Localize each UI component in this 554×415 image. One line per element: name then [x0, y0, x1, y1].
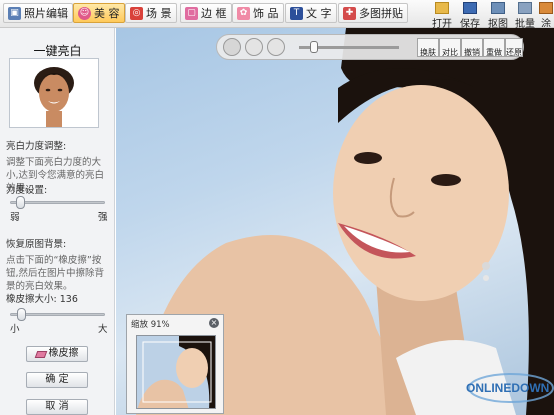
navigator-preview[interactable] [136, 335, 216, 409]
tab-label: 饰 品 [253, 7, 279, 20]
cutout-button[interactable]: 抠图 [484, 1, 512, 30]
watermark-logo: ONLINEDOWN [456, 358, 554, 413]
navigator-image [137, 336, 215, 408]
photo-canvas[interactable]: 换肤 对比 撤销 重做 还原 缩放 91% × ONLINEDOWN [116, 28, 554, 415]
batch-button[interactable]: 批量 [511, 1, 539, 30]
section2-description: 点击下面的“橡皮擦”按钮,然后在图片中擦除背景的亮白效果。 [6, 255, 105, 292]
doodle-button[interactable]: 涂鸦 [538, 1, 554, 27]
actual-size-button[interactable] [267, 38, 285, 56]
reset-button[interactable]: 还原 [505, 38, 523, 57]
fit-screen-button[interactable] [245, 38, 263, 56]
save-icon [463, 2, 477, 14]
accessory-icon: ✿ [237, 6, 250, 20]
zoom-slider-handle[interactable] [310, 41, 318, 53]
photo-edit-icon: ▣ [8, 6, 21, 20]
rotate-button[interactable] [223, 38, 241, 56]
section2-title: 恢复原图背景: [6, 239, 67, 250]
batch-icon [518, 2, 532, 14]
watermark-graphic: ONLINEDOWN [466, 373, 554, 403]
tab-photo-edit[interactable]: ▣ 照片编辑 [3, 3, 73, 23]
compare-button-label: 对比 [442, 48, 458, 57]
undo-button[interactable]: 撤销 [461, 38, 483, 57]
strength-slider-handle[interactable] [15, 196, 25, 209]
preview-thumbnail [9, 58, 99, 128]
open-button[interactable]: 打开 [428, 1, 456, 30]
tab-frame[interactable]: ▢ 边 框 [180, 3, 232, 23]
top-toolbar: ▣ 照片编辑 ☺ 美 容 ◎ 场 景 ▢ 边 框 ✿ 饰 品 T 文 字 ✚ 多… [0, 0, 554, 30]
tool-label: 涂鸦 [541, 19, 551, 27]
side-panel: 一键亮白 亮白力度调整: 调整下面亮白力度的大小,达到令您满意的亮白效果。 力度… [0, 28, 115, 415]
strength-min-label: 弱 [10, 212, 20, 223]
tab-scene[interactable]: ◎ 场 景 [125, 3, 177, 23]
eraser-size-label: 橡皮擦大小: 136 [6, 293, 78, 306]
section1-title: 亮白力度调整: [6, 141, 67, 152]
beauty-icon: ☺ [78, 6, 91, 20]
skin-button-label: 换肤 [420, 48, 436, 57]
zoom-navigator[interactable]: 缩放 91% × [126, 314, 224, 414]
collage-icon: ✚ [343, 6, 356, 20]
eraser-size-text: 橡皮擦大小: [6, 294, 57, 305]
open-folder-icon [435, 2, 449, 14]
cutout-icon [491, 2, 505, 14]
cancel-button[interactable]: 取 消 [26, 399, 88, 415]
redo-button[interactable]: 重做 [483, 38, 505, 57]
tab-beauty[interactable]: ☺ 美 容 [73, 3, 125, 23]
skin-button[interactable]: 换肤 [417, 38, 439, 57]
tab-accessory[interactable]: ✿ 饰 品 [232, 3, 284, 23]
tab-collage[interactable]: ✚ 多图拼贴 [338, 3, 408, 23]
tab-label: 照片编辑 [24, 7, 68, 20]
eraser-size-value: 136 [59, 294, 78, 305]
compare-button[interactable]: 对比 [439, 38, 461, 57]
confirm-button[interactable]: 确 定 [26, 372, 88, 388]
tab-label: 文 字 [306, 7, 332, 20]
tab-text[interactable]: T 文 字 [285, 3, 337, 23]
eraser-button-label: 橡皮擦 [48, 348, 79, 359]
eraser-max-label: 大 [98, 324, 108, 335]
tab-label: 多图拼贴 [359, 7, 403, 20]
tab-label: 场 景 [146, 7, 172, 20]
portrait-thumbnail-image [10, 59, 98, 127]
save-button[interactable]: 保存 [456, 1, 484, 30]
eraser-size-slider-handle[interactable] [17, 308, 27, 321]
eraser-min-label: 小 [10, 324, 20, 335]
zoom-label: 缩放 91% [131, 320, 170, 330]
doodle-icon [539, 2, 553, 14]
close-icon[interactable]: × [209, 318, 219, 328]
tab-label: 边 框 [201, 7, 227, 20]
eraser-icon [34, 350, 47, 358]
frame-icon: ▢ [185, 6, 198, 20]
redo-button-label: 重做 [486, 48, 502, 57]
text-icon: T [290, 6, 303, 20]
scene-icon: ◎ [130, 6, 143, 20]
watermark-text: ONLINEDOWN [466, 381, 549, 395]
strength-max-label: 强 [98, 212, 108, 223]
eraser-button[interactable]: 橡皮擦 [26, 346, 88, 362]
panel-title: 一键亮白 [33, 44, 82, 58]
reset-button-label: 还原 [506, 48, 522, 57]
undo-button-label: 撤销 [464, 48, 480, 57]
canvas-control-bar: 换肤 对比 撤销 重做 还原 [216, 34, 524, 60]
tab-label: 美 容 [94, 7, 120, 20]
